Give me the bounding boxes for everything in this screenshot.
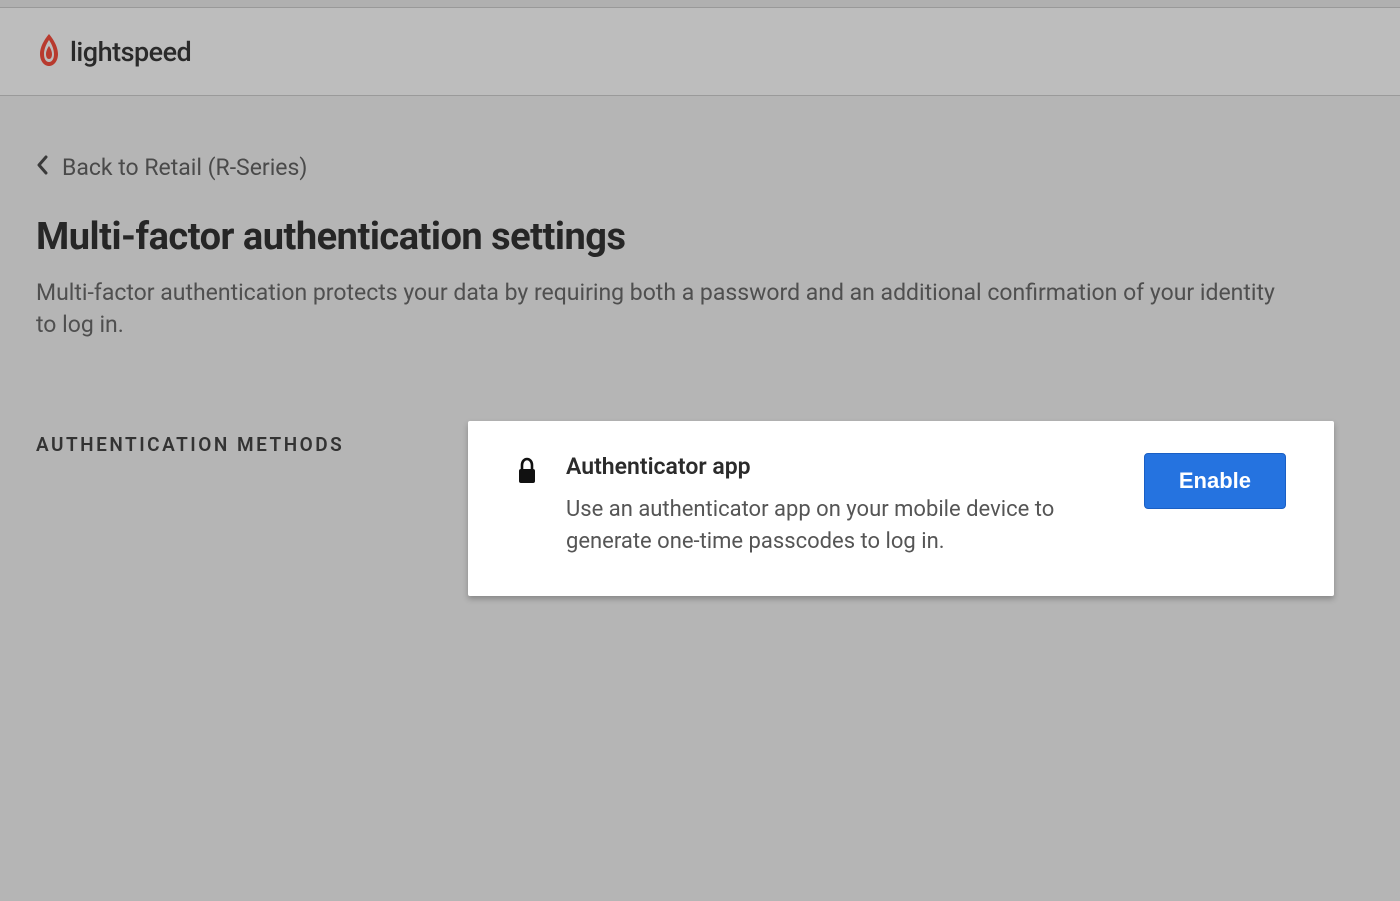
app-header: lightspeed (0, 8, 1400, 96)
method-description: Use an authenticator app on your mobile … (566, 494, 1076, 558)
page-description: Multi-factor authentication protects you… (36, 277, 1286, 341)
back-link-label: Back to Retail (R-Series) (62, 154, 307, 181)
card-body: Authenticator app Use an authenticator a… (566, 453, 1116, 558)
main-content: Back to Retail (R-Series) Multi-factor a… (0, 96, 1400, 596)
brand-name: lightspeed (70, 36, 191, 68)
section-heading: AUTHENTICATION METHODS (36, 421, 468, 456)
lock-icon (516, 453, 538, 489)
window-top-strip (0, 0, 1400, 8)
back-link[interactable]: Back to Retail (R-Series) (36, 154, 307, 181)
page-title: Multi-factor authentication settings (36, 215, 1364, 259)
method-title: Authenticator app (566, 453, 1116, 480)
brand-logo[interactable]: lightspeed (36, 34, 191, 70)
enable-button[interactable]: Enable (1144, 453, 1286, 509)
chevron-left-icon (36, 154, 48, 181)
auth-methods-section: AUTHENTICATION METHODS Authenticator app… (36, 421, 1364, 596)
lightspeed-flame-icon (36, 34, 62, 70)
authenticator-app-card: Authenticator app Use an authenticator a… (468, 421, 1334, 596)
